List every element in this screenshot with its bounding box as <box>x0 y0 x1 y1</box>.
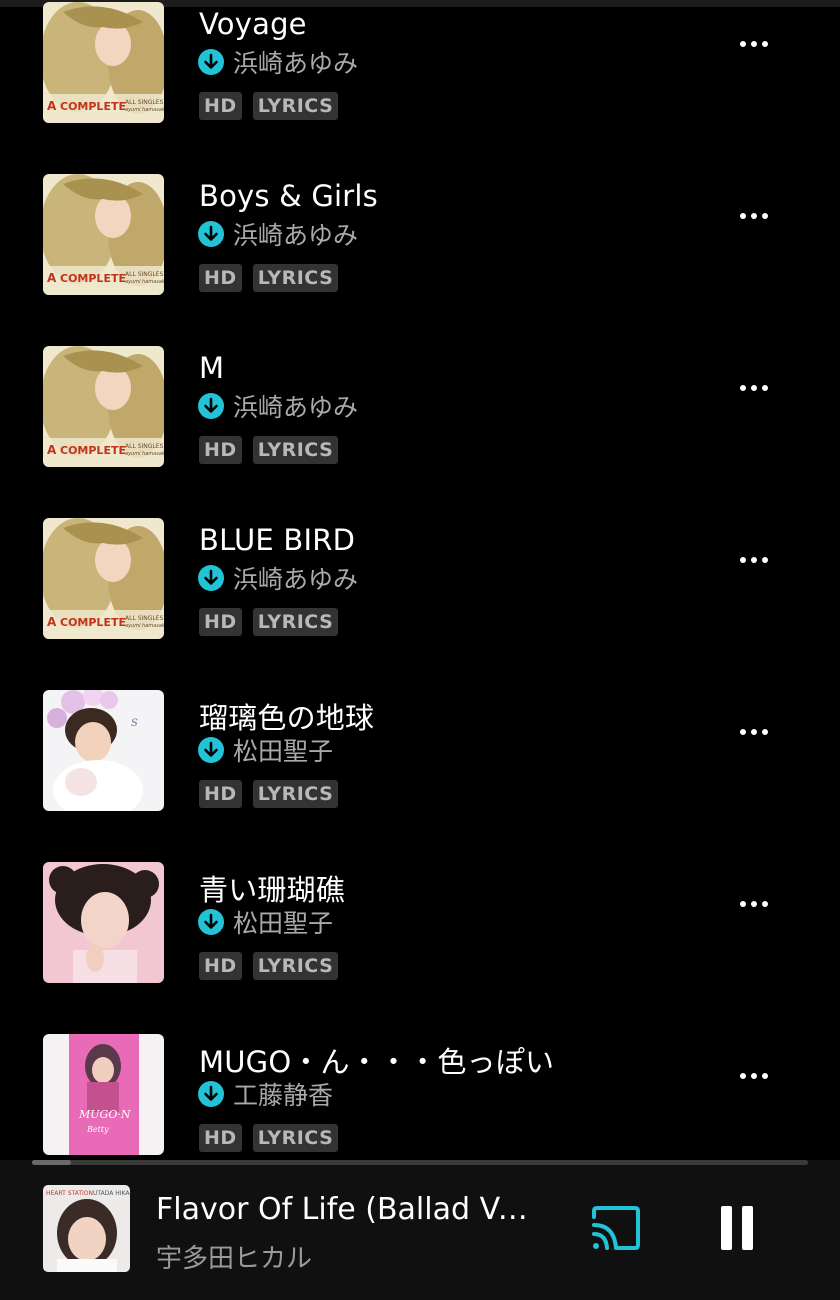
mini-player[interactable]: HEART STATION UTADA HIKARU Flavor Of Lif… <box>0 1160 840 1300</box>
playback-progress-track[interactable] <box>32 1160 808 1165</box>
pause-icon-bar-right <box>742 1206 753 1250</box>
track-title: Boys & Girls <box>199 179 378 213</box>
more-dots-icon <box>762 1073 768 1079</box>
cast-icon[interactable] <box>588 1205 644 1251</box>
svg-text:HEART STATION: HEART STATION <box>46 1190 93 1197</box>
svg-text:Betty: Betty <box>86 1125 109 1134</box>
more-dots-icon <box>751 1073 757 1079</box>
track-row[interactable]: MUGO·N Betty MUGO・ん・・・色っぽい 工藤静香 HD LYRICS <box>0 903 840 1155</box>
svg-text:S: S <box>131 718 138 729</box>
track-row[interactable]: A COMPLETE ALL SINGLES ayumi hamasaki BL… <box>0 387 840 639</box>
track-row[interactable]: A COMPLETE ALL SINGLES ayumi hamasaki Vo… <box>0 0 840 123</box>
download-arrow-icon <box>198 1081 224 1107</box>
track-title: MUGO・ん・・・色っぽい <box>199 1045 555 1079</box>
badge-lyrics: LYRICS <box>252 1124 339 1152</box>
more-options-button[interactable] <box>732 1054 776 1098</box>
artist-row: 工藤静香 <box>198 1079 334 1110</box>
pause-button[interactable] <box>712 1204 762 1254</box>
now-playing-artist: 宇多田ヒカル <box>156 1244 313 1274</box>
track-title: M <box>199 351 225 385</box>
now-playing-album-art[interactable]: HEART STATION UTADA HIKARU <box>43 1185 130 1272</box>
svg-text:MUGO·N: MUGO·N <box>78 1108 131 1121</box>
pause-icon-bar-left <box>721 1206 732 1250</box>
playback-progress-fill <box>32 1160 71 1165</box>
track-row[interactable]: S 瑠璃色の地球 松田聖子 HD LYRICS <box>0 559 840 811</box>
badge-hd: HD <box>199 1124 242 1152</box>
track-row[interactable]: 青い珊瑚礁 松田聖子 HD LYRICS <box>0 731 840 983</box>
track-badges: HD LYRICS <box>199 1124 339 1152</box>
track-row[interactable]: A COMPLETE ALL SINGLES ayumi hamasaki M … <box>0 215 840 467</box>
more-dots-icon <box>740 1073 746 1079</box>
track-row[interactable]: A COMPLETE ALL SINGLES ayumi hamasaki Bo… <box>0 43 840 295</box>
svg-text:UTADA HIKARU: UTADA HIKARU <box>93 1190 130 1197</box>
now-playing-title[interactable]: Flavor Of Life (Ballad Version) <box>156 1192 528 1227</box>
track-list: A COMPLETE ALL SINGLES ayumi hamasaki Vo… <box>0 0 840 1160</box>
track-artist: 工藤静香 <box>233 1081 334 1110</box>
track-title: BLUE BIRD <box>199 523 356 557</box>
album-art[interactable]: MUGO·N Betty <box>43 1034 164 1155</box>
track-title: Voyage <box>199 7 307 41</box>
